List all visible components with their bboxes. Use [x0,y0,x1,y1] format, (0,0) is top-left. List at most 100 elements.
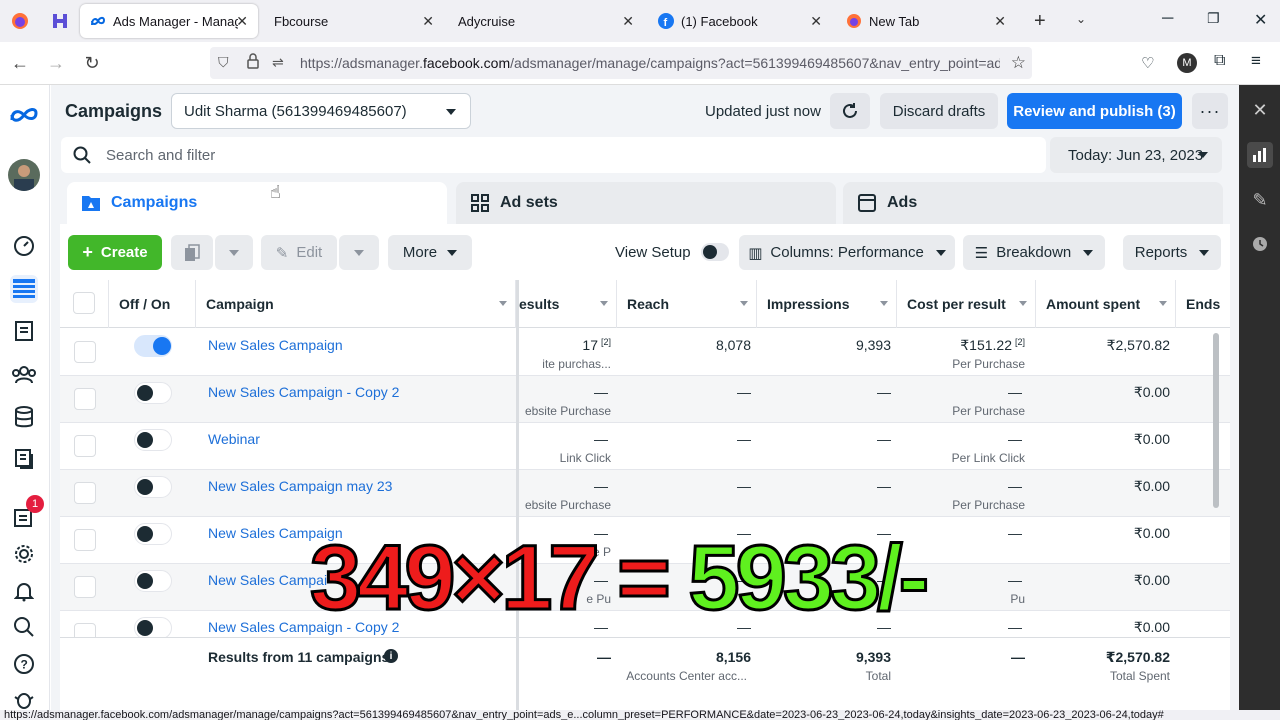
campaign-toggle[interactable] [134,523,172,545]
tab-new-tab[interactable]: New Tab ✕ [836,4,1016,38]
toggle-switch[interactable] [700,243,729,261]
col-results[interactable]: esults [519,280,617,328]
columns-button[interactable]: ▥ Columns: Performance [739,235,955,270]
database-icon[interactable] [10,403,38,431]
pocket-icon[interactable]: ♡ [1141,54,1154,72]
tab-ad-sets[interactable]: Ad sets [456,182,836,224]
search-input[interactable]: Search and filter [61,137,1046,173]
help-icon[interactable]: ? [10,650,38,678]
close-icon[interactable]: ✕ [422,13,434,30]
extensions-puzzle-icon[interactable]: ⧉ [1214,52,1225,70]
duplicate-button[interactable] [171,235,213,270]
edit-dropdown[interactable] [339,235,379,270]
bookmark-star-icon[interactable]: ☆ [1011,53,1026,73]
table-row[interactable]: New Sales Campaign - Copy 2 — ebsite Purch… [60,376,1230,423]
gauge-icon[interactable] [10,232,38,260]
row-checkbox[interactable] [74,435,96,457]
close-icon[interactable]: ✕ [622,13,634,30]
pinned-tab-h-icon[interactable] [40,0,80,42]
ad-account-dropdown[interactable]: Udit Sharma (561399469485607) [171,93,471,129]
refresh-button[interactable] [830,93,870,129]
review-publish-button[interactable]: Review and publish (3) [1007,93,1182,129]
col-reach[interactable]: Reach [617,280,757,328]
close-panel-icon[interactable]: ✕ [1247,97,1273,123]
discard-drafts-button[interactable]: Discard drafts [880,93,998,129]
campaign-toggle[interactable] [134,429,172,451]
tab-ads[interactable]: Ads [843,182,1223,224]
audiences-icon[interactable] [10,360,38,388]
pencil-icon[interactable]: ✎ [1247,187,1273,213]
avatar[interactable] [8,159,40,191]
row-checkbox[interactable] [74,341,96,363]
notifications-page-icon[interactable]: 1 [10,495,44,531]
bell-icon[interactable] [10,577,38,605]
profile-avatar[interactable]: M [1177,53,1197,73]
table-scrollbar[interactable] [1213,333,1219,508]
date-range-dropdown[interactable]: Today: Jun 23, 2023 [1050,137,1222,173]
edit-button[interactable]: ✎ Edit [261,235,337,270]
row-checkbox[interactable] [74,529,96,551]
col-cost-per-result[interactable]: Cost per result [897,280,1036,328]
campaign-name-link[interactable]: New Sales Campaign may 23 [208,478,392,494]
campaign-toggle[interactable] [134,617,172,639]
meta-logo-icon[interactable] [8,101,40,129]
tab-facebook[interactable]: f (1) Facebook ✕ [648,4,832,38]
table-row[interactable]: New Sales Campaign may 23 — ebsite Purchas… [60,470,1230,517]
campaign-name-link[interactable]: New Sales Campaign - Copy 2 [208,384,399,400]
col-off-on[interactable]: Off / On [109,280,196,328]
lock-icon[interactable] [246,53,260,72]
campaign-name-link[interactable]: New Sales Campaign [208,337,343,353]
campaign-toggle[interactable] [134,570,172,592]
col-campaign[interactable]: Campaign [196,280,516,328]
reports-button[interactable]: Reports [1123,235,1221,270]
back-arrow-icon[interactable]: ← [2,45,38,81]
new-tab-plus-icon[interactable]: + [1034,10,1046,33]
chart-icon[interactable] [1247,142,1273,168]
table-row[interactable]: New Sales Campaign 17 [2] ite purchas... 8,0… [60,329,1230,376]
more-button[interactable]: More [388,235,472,270]
campaign-toggle[interactable] [134,335,172,357]
col-ends[interactable]: Ends [1176,280,1230,328]
history-clock-icon[interactable] [1247,231,1273,257]
catalog-icon[interactable] [10,445,38,473]
col-impressions[interactable]: Impressions [757,280,897,328]
bug-icon[interactable] [10,685,38,713]
tab-fbcourse[interactable]: Fbcourse ✕ [264,4,444,38]
ad-account-icon[interactable] [10,317,38,345]
campaigns-table-icon[interactable] [10,275,38,303]
close-icon[interactable]: ✕ [810,13,822,30]
view-setup-toggle[interactable]: View Setup [615,243,729,261]
window-close-icon[interactable]: ✕ [1254,10,1267,30]
create-button[interactable]: + Create [68,235,162,270]
settings-gear-icon[interactable] [10,540,38,568]
duplicate-dropdown[interactable] [215,235,253,270]
col-amount-spent[interactable]: Amount spent [1036,280,1176,328]
info-icon[interactable]: i [384,649,398,663]
close-icon[interactable]: ✕ [236,13,248,30]
tab-adycruise[interactable]: Adycruise ✕ [448,4,644,38]
campaign-toggle[interactable] [134,382,172,404]
tab-list-chevron-icon[interactable]: ⌄ [1076,12,1086,26]
forward-arrow-icon[interactable]: → [38,45,74,81]
restore-icon[interactable]: ❐ [1207,10,1220,27]
shield-icon[interactable]: ⛉ [218,54,229,71]
campaign-name-link[interactable]: Webinar [208,431,260,447]
tab-campaigns[interactable]: Campaigns [67,182,447,224]
row-checkbox[interactable] [74,388,96,410]
search-icon[interactable] [10,613,38,641]
firefox-icon[interactable] [0,0,40,42]
select-all-checkbox[interactable] [73,292,95,314]
url-text[interactable]: https://adsmanager.facebook.com/adsmanag… [300,55,1000,71]
menu-hamburger-icon[interactable]: ≡ [1251,51,1261,71]
breakdown-button[interactable]: ☰ Breakdown [963,235,1105,270]
permissions-icon[interactable]: ⇌ [272,54,284,71]
close-icon[interactable]: ✕ [994,13,1006,30]
tab-ads-manager[interactable]: Ads Manager - Manage ✕ [80,4,258,38]
reload-icon[interactable]: ↻ [74,45,110,81]
table-row[interactable]: Webinar — Link Click — — — Per Link Click ₹0.00 [60,423,1230,470]
row-checkbox[interactable] [74,576,96,598]
campaign-toggle[interactable] [134,476,172,498]
minimize-icon[interactable]: ─ [1162,10,1173,28]
row-checkbox[interactable] [74,482,96,504]
address-field[interactable]: ⛉ ⇌ https://adsmanager.facebook.com/adsm… [210,47,1032,79]
